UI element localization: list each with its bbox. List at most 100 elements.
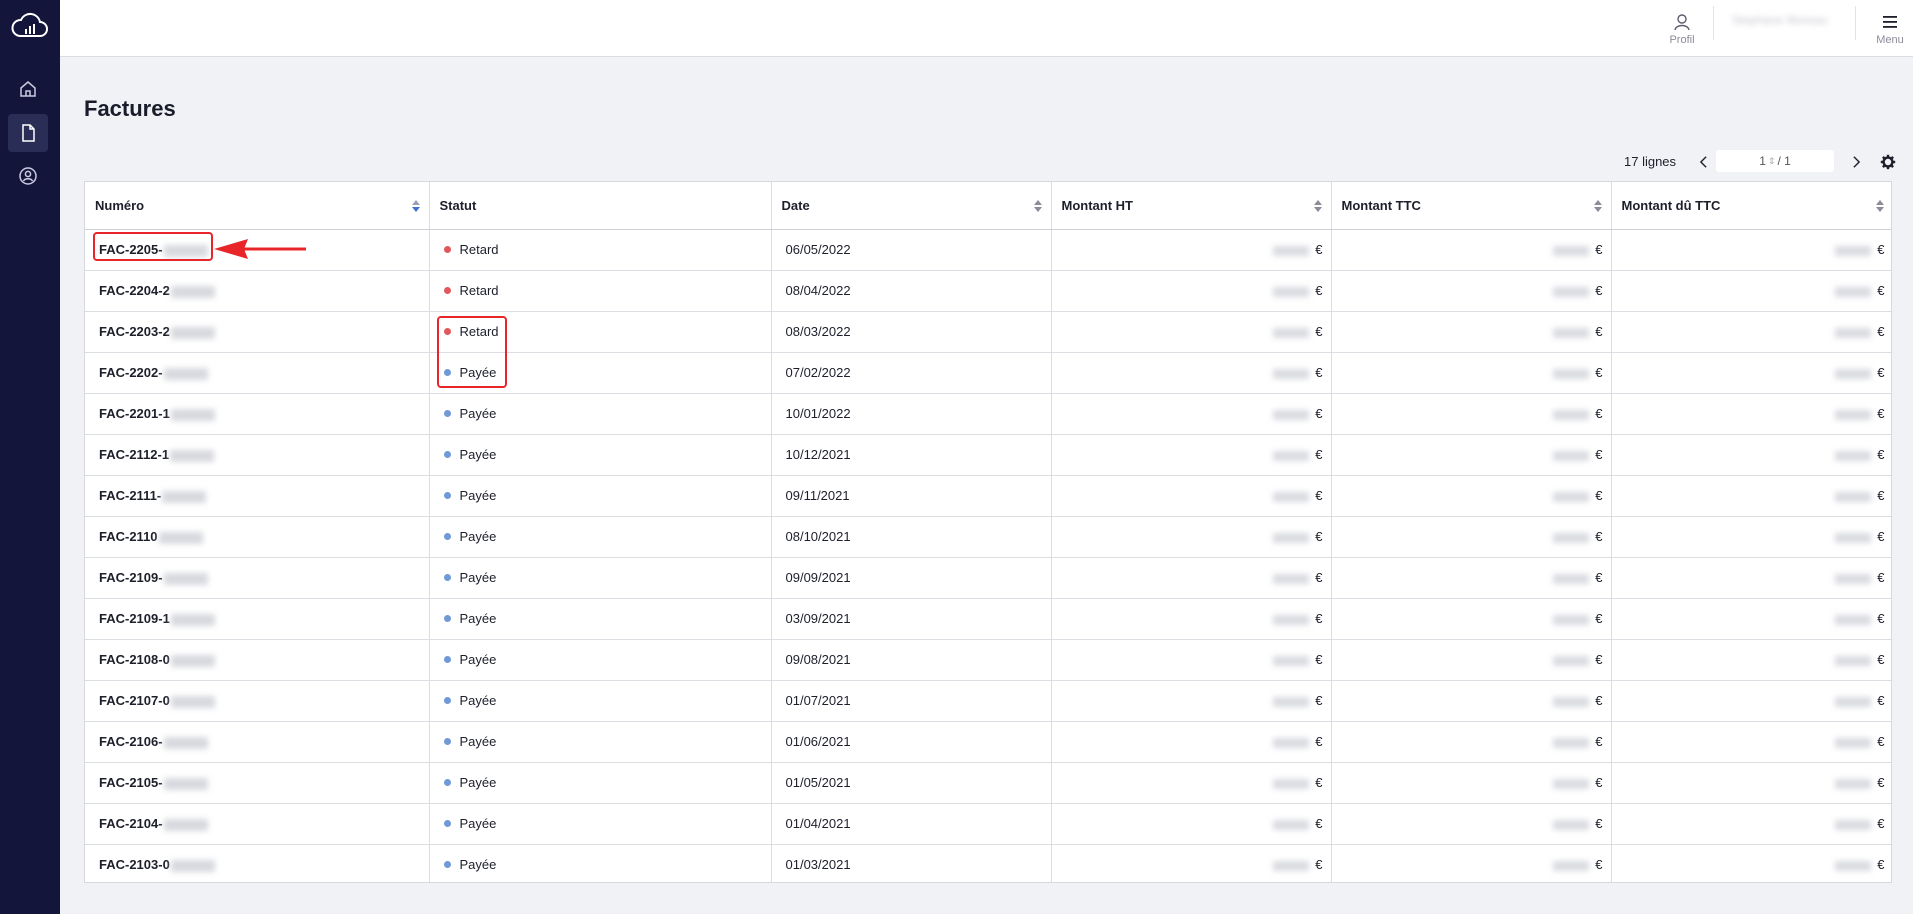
table-row[interactable]: FAC-2106- Payée 01/06/2021 € € € (85, 721, 1891, 763)
user-icon (1674, 13, 1690, 30)
date-cell: 08/04/2022 (771, 270, 1052, 312)
amount-ht-cell: € (1051, 311, 1332, 353)
invoice-number-cell[interactable]: FAC-2108-0 (85, 639, 430, 681)
table-row[interactable]: FAC-2204-2 Retard 08/04/2022 € € € (85, 270, 1891, 312)
table-row[interactable]: FAC-2109-1 Payée 03/09/2021 € € € (85, 598, 1891, 640)
redacted-amount (1273, 409, 1310, 420)
invoice-number-cell[interactable]: FAC-2103-0 (85, 844, 430, 882)
table-row[interactable]: FAC-2112-1 Payée 10/12/2021 € € € (85, 434, 1891, 476)
column-header-label: Montant TTC (1341, 197, 1421, 213)
currency-symbol: € (1315, 734, 1323, 749)
date-cell: 01/07/2021 (771, 680, 1052, 722)
redacted-suffix (170, 859, 215, 872)
currency-symbol: € (1315, 447, 1323, 462)
invoice-number: FAC-2205- (99, 242, 163, 257)
table-row[interactable]: FAC-2111- Payée 09/11/2021 € € € (85, 475, 1891, 517)
redacted-amount (1553, 245, 1590, 256)
table-row[interactable]: FAC-2104- Payée 01/04/2021 € € € (85, 803, 1891, 845)
invoice-number: FAC-2201-1 (99, 406, 170, 421)
sidebar-item-invoices[interactable] (8, 114, 48, 152)
redacted-amount (1835, 286, 1872, 297)
column-header-numero[interactable]: Numéro (85, 182, 430, 230)
invoice-number-cell[interactable]: FAC-2111- (85, 475, 430, 517)
status-label: Payée (459, 447, 497, 462)
sort-icon[interactable] (1875, 198, 1885, 214)
invoice-number: FAC-2107-0 (99, 693, 170, 708)
currency-symbol: € (1877, 365, 1885, 380)
invoice-number-cell[interactable]: FAC-2202- (85, 352, 430, 394)
invoice-number-cell[interactable]: FAC-2201-1 (85, 393, 430, 435)
gear-icon[interactable] (1879, 152, 1897, 172)
stepper-icon[interactable]: ⇕ (1768, 156, 1776, 167)
chevron-left-icon[interactable] (1694, 152, 1712, 172)
redacted-amount (1835, 327, 1872, 338)
amount-ht-cell: € (1051, 762, 1332, 804)
table-row[interactable]: FAC-2201-1 Payée 10/01/2022 € € € (85, 393, 1891, 435)
invoice-number: FAC-2110 (99, 529, 158, 544)
table-row[interactable]: FAC-2203-2 Retard 08/03/2022 € € € (85, 311, 1891, 353)
invoice-number-cell[interactable]: FAC-2109-1 (85, 598, 430, 640)
status-cell: Payée (429, 516, 772, 558)
currency-symbol: € (1595, 242, 1603, 257)
column-header-date[interactable]: Date (771, 182, 1052, 230)
menu-button[interactable]: Menu (1868, 0, 1912, 57)
currency-symbol: € (1877, 652, 1885, 667)
invoice-number-cell[interactable]: FAC-2106- (85, 721, 430, 763)
currency-symbol: € (1315, 406, 1323, 421)
profile-button[interactable]: Profil (1660, 0, 1704, 57)
table-row[interactable]: FAC-2103-0 Payée 01/03/2021 € € € (85, 844, 1891, 882)
column-header-montant-du-ttc[interactable]: Montant dû TTC (1611, 182, 1891, 230)
redacted-amount (1273, 491, 1310, 502)
column-header-montant-ttc[interactable]: Montant TTC (1331, 182, 1612, 230)
currency-symbol: € (1315, 242, 1323, 257)
status-dot-icon (443, 820, 451, 828)
column-header-montant-ht[interactable]: Montant HT (1051, 182, 1332, 230)
sidebar-item-account[interactable] (8, 157, 48, 195)
invoice-number-cell[interactable]: FAC-2105- (85, 762, 430, 804)
date-cell: 01/04/2021 (771, 803, 1052, 845)
column-header-statut[interactable]: Statut (429, 182, 772, 230)
table-row[interactable]: FAC-2110 Payée 08/10/2021 € € € (85, 516, 1891, 558)
table-row[interactable]: FAC-2108-0 Payée 09/08/2021 € € € (85, 639, 1891, 681)
date-cell: 08/10/2021 (771, 516, 1052, 558)
invoice-number-cell[interactable]: FAC-2204-2 (85, 270, 430, 312)
sort-icon[interactable] (411, 198, 421, 214)
status-dot-icon (443, 615, 451, 623)
redacted-amount (1553, 532, 1590, 543)
status-dot-icon (443, 369, 451, 377)
sort-icon[interactable] (1313, 198, 1323, 214)
page-number-input[interactable]: 1 ⇕ / 1 (1716, 150, 1834, 172)
sort-icon[interactable] (1033, 198, 1043, 214)
table-row[interactable]: FAC-2109- Payée 09/09/2021 € € € (85, 557, 1891, 599)
currency-symbol: € (1877, 775, 1885, 790)
amount-due-ttc-cell: € (1611, 434, 1891, 476)
invoice-number-cell[interactable]: FAC-2112-1 (85, 434, 430, 476)
user-name[interactable]: Stephane Moreau (1732, 13, 1840, 27)
invoice-number-cell[interactable]: FAC-2109- (85, 557, 430, 599)
amount-due-ttc-cell: € (1611, 803, 1891, 845)
invoice-number-cell[interactable]: FAC-2107-0 (85, 680, 430, 722)
redacted-amount (1273, 368, 1310, 379)
amount-due-ttc-cell: € (1611, 680, 1891, 722)
status-cell: Payée (429, 762, 772, 804)
currency-symbol: € (1595, 816, 1603, 831)
sort-icon[interactable] (1593, 198, 1603, 214)
table-row[interactable]: FAC-2202- Payée 07/02/2022 € € € (85, 352, 1891, 394)
redacted-amount (1273, 614, 1310, 625)
invoice-number-cell[interactable]: FAC-2104- (85, 803, 430, 845)
invoice-number-cell[interactable]: FAC-2203-2 (85, 311, 430, 353)
table-row[interactable]: FAC-2205- Retard 06/05/2022 € € € (85, 229, 1891, 271)
date-cell: 06/05/2022 (771, 229, 1052, 271)
table-row[interactable]: FAC-2107-0 Payée 01/07/2021 € € € (85, 680, 1891, 722)
currency-symbol: € (1595, 283, 1603, 298)
sidebar-item-home[interactable] (8, 70, 48, 108)
cloud-logo-icon[interactable] (10, 12, 50, 42)
status-cell: Payée (429, 393, 772, 435)
redacted-amount (1553, 614, 1590, 625)
table-body: FAC-2205- Retard 06/05/2022 € € € FAC-2204-2 Re… (85, 229, 1891, 882)
table-row[interactable]: FAC-2105- Payée 01/05/2021 € € € (85, 762, 1891, 804)
chevron-right-icon[interactable] (1847, 152, 1865, 172)
invoice-number-cell[interactable]: FAC-2110 (85, 516, 430, 558)
date-cell: 03/09/2021 (771, 598, 1052, 640)
currency-symbol: € (1595, 447, 1603, 462)
